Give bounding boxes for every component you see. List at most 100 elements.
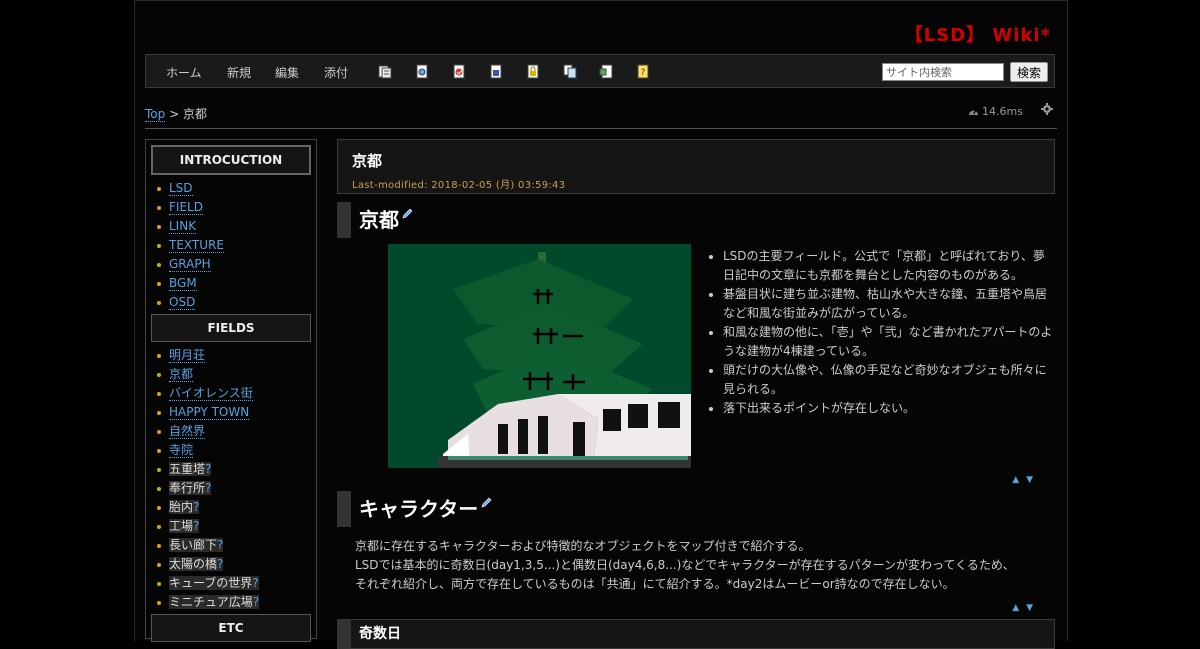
sidebar-item-violence[interactable]: バイオレンス街 bbox=[169, 386, 253, 401]
sidebar-item-bgm[interactable]: BGM bbox=[169, 276, 197, 291]
list-item: 落下出来るポイントが存在しない。 bbox=[723, 399, 1053, 418]
page-title: 京都 bbox=[352, 152, 383, 170]
sidebar-item: 寺院 bbox=[157, 441, 316, 460]
backup-icon[interactable] bbox=[489, 64, 503, 79]
create-page-link[interactable]: ? bbox=[217, 557, 224, 571]
sidebar-item: 太陽の橋? bbox=[157, 555, 316, 574]
sidebar-item: BGM bbox=[157, 274, 316, 293]
sidebar-item-osd[interactable]: OSD bbox=[169, 295, 196, 310]
sidebar-item: 京都 bbox=[157, 365, 316, 384]
paragraph-line: LSDでは基本的に奇数日(day1,3,5...)と偶数日(day4,6,8..… bbox=[355, 558, 1015, 572]
sidebar-heading-fields: FIELDS bbox=[151, 314, 311, 342]
last-modified: Last-modified: 2018-02-05 (月) 03:59:43 bbox=[352, 180, 566, 191]
page-up-down-links[interactable]: ▲ ▼ bbox=[1012, 603, 1035, 613]
section-paragraph: 京都に存在するキャラクターおよび特徴的なオブジェクトをマップ付きで紹介する。 L… bbox=[355, 537, 1045, 594]
sidebar: INTROCUCTION LSD FIELD LINK TEXTURE GRAP… bbox=[145, 139, 317, 642]
sidebar-item-field[interactable]: FIELD bbox=[169, 200, 203, 215]
sidebar-item-long-corridor: 長い廊下 bbox=[169, 538, 218, 552]
rename-icon[interactable] bbox=[599, 64, 613, 79]
nav-new-link[interactable]: 新規 bbox=[227, 64, 251, 81]
create-page-link[interactable]: ? bbox=[193, 519, 200, 533]
sidebar-item-graph[interactable]: GRAPH bbox=[169, 257, 211, 272]
create-page-link[interactable]: ? bbox=[205, 462, 212, 476]
breadcrumb-separator: > bbox=[169, 107, 180, 121]
create-page-link[interactable]: ? bbox=[205, 481, 212, 495]
sidebar-item-cube-world: キューブの世界 bbox=[169, 576, 253, 590]
page-up-down-links[interactable]: ▲ ▼ bbox=[1012, 475, 1035, 485]
sidebar-list-introduction: LSD FIELD LINK TEXTURE GRAPH BGM OSD bbox=[146, 179, 316, 312]
sidebar-item-texture[interactable]: TEXTURE bbox=[169, 238, 224, 253]
sidebar-item: キューブの世界? bbox=[157, 574, 316, 593]
sidebar-item-link[interactable]: LINK bbox=[169, 219, 197, 234]
sidebar-item: 長い廊下? bbox=[157, 536, 316, 555]
copy-icon[interactable] bbox=[563, 64, 577, 79]
sidebar-heading-etc: ETC bbox=[151, 614, 311, 642]
sidebar-item-factory: 工場 bbox=[169, 519, 194, 533]
nav-home-link[interactable]: ホーム bbox=[166, 64, 202, 81]
sidebar-item: TEXTURE bbox=[157, 236, 316, 255]
sidebar-item: 奉行所? bbox=[157, 479, 316, 498]
sidebar-item-kyoto[interactable]: 京都 bbox=[169, 367, 194, 382]
sidebar-item: 自然界 bbox=[157, 422, 316, 441]
list-icon[interactable] bbox=[378, 64, 392, 79]
help-icon[interactable]: ? bbox=[636, 64, 650, 79]
site-title[interactable]: 【LSD】 Wiki* bbox=[905, 21, 1051, 47]
edit-pencil-icon[interactable] bbox=[401, 208, 413, 220]
list-item: LSDの主要フィールド。公式で「京都」と呼ばれており、夢日記中の文章にも京都を舞… bbox=[723, 247, 1053, 285]
sidebar-item-happy-town[interactable]: HAPPY TOWN bbox=[169, 405, 250, 420]
page-container: 【LSD】 Wiki* ホーム 新規 編集 添付 ? 検索 Top > 京都 1… bbox=[134, 0, 1068, 649]
section-heading-text: 京都 bbox=[359, 208, 399, 232]
create-page-link[interactable]: ? bbox=[252, 595, 260, 609]
navbar: ホーム 新規 編集 添付 ? 検索 bbox=[145, 54, 1055, 88]
section-heading-character: キャラクター bbox=[337, 491, 1049, 527]
divider bbox=[145, 128, 1057, 129]
sidebar-item: 胎内? bbox=[157, 498, 316, 517]
sidebar-item-meigetsu[interactable]: 明月荘 bbox=[169, 348, 206, 363]
section-bullet-list: LSDの主要フィールド。公式で「京都」と呼ばれており、夢日記中の文章にも京都を舞… bbox=[707, 247, 1053, 418]
gear-icon[interactable] bbox=[1041, 103, 1053, 115]
sidebar-item: 明月荘 bbox=[157, 346, 316, 365]
create-page-link[interactable]: ? bbox=[193, 500, 200, 514]
sidebar-item: LSD bbox=[157, 179, 316, 198]
sidebar-item-temple[interactable]: 寺院 bbox=[169, 443, 194, 458]
sidebar-item: HAPPY TOWN bbox=[157, 403, 316, 422]
lock-icon[interactable] bbox=[526, 64, 540, 79]
page-title-box: 京都 Last-modified: 2018-02-05 (月) 03:59:4… bbox=[337, 139, 1055, 194]
sidebar-item-miniature-plaza: ミニチュア広場 bbox=[169, 595, 253, 609]
sidebar-item-bugyosho: 奉行所 bbox=[169, 481, 206, 495]
sidebar-item-nature[interactable]: 自然界 bbox=[169, 424, 206, 439]
kyoto-screenshot bbox=[388, 244, 691, 468]
search-doc-icon[interactable] bbox=[415, 64, 429, 79]
sidebar-item: OSD bbox=[157, 293, 316, 312]
search-button[interactable]: 検索 bbox=[1010, 62, 1048, 82]
svg-text:?: ? bbox=[641, 68, 646, 78]
sidebar-item: 工場? bbox=[157, 517, 316, 536]
nav-attach-link[interactable]: 添付 bbox=[324, 64, 348, 81]
section-heading-kyoto: 京都 bbox=[337, 202, 1055, 238]
sidebar-item-lsd[interactable]: LSD bbox=[169, 181, 193, 196]
list-item: 碁盤目状に建ち並ぶ建物、枯山水や大きな鐘、五重塔や鳥居など和風な街並みが広がって… bbox=[723, 285, 1053, 323]
sidebar-item: 五重塔? bbox=[157, 460, 316, 479]
recent-icon[interactable] bbox=[452, 64, 466, 79]
sidebar-item-pagoda: 五重塔 bbox=[169, 462, 206, 476]
list-item: 頭だけの大仏像や、仏像の手足など奇妙なオブジェも所々に見られる。 bbox=[723, 361, 1053, 399]
speed-icon bbox=[968, 109, 978, 115]
sidebar-item: ミニチュア広場? bbox=[157, 593, 316, 612]
sidebar-item: LINK bbox=[157, 217, 316, 236]
main-content: 京都 Last-modified: 2018-02-05 (月) 03:59:4… bbox=[337, 139, 1055, 649]
sidebar-item: GRAPH bbox=[157, 255, 316, 274]
timing-text: 14.6ms bbox=[982, 105, 1023, 118]
create-page-link[interactable]: ? bbox=[252, 576, 259, 590]
timing-indicator: 14.6ms bbox=[968, 105, 1023, 118]
paragraph-line: 京都に存在するキャラクターおよび特徴的なオブジェクトをマップ付きで紹介する。 bbox=[355, 539, 811, 553]
nav-edit-link[interactable]: 編集 bbox=[275, 64, 299, 81]
sidebar-heading-introduction: INTROCUCTION bbox=[151, 145, 311, 175]
sidebar-item-tainai: 胎内 bbox=[169, 500, 194, 514]
list-item: 和風な建物の他に、「壱」や「弐」など書かれたアパートのような建物が4棟建っている… bbox=[723, 323, 1053, 361]
create-page-link[interactable]: ? bbox=[217, 538, 224, 552]
breadcrumb-top-link[interactable]: Top bbox=[145, 107, 166, 122]
paragraph-line: それぞれ紹介し、両方で存在しているものは「共通」にて紹介する。*day2はムービ… bbox=[355, 577, 955, 591]
edit-pencil-icon[interactable] bbox=[480, 497, 492, 509]
sidebar-item: FIELD bbox=[157, 198, 316, 217]
search-input[interactable] bbox=[882, 63, 1004, 81]
